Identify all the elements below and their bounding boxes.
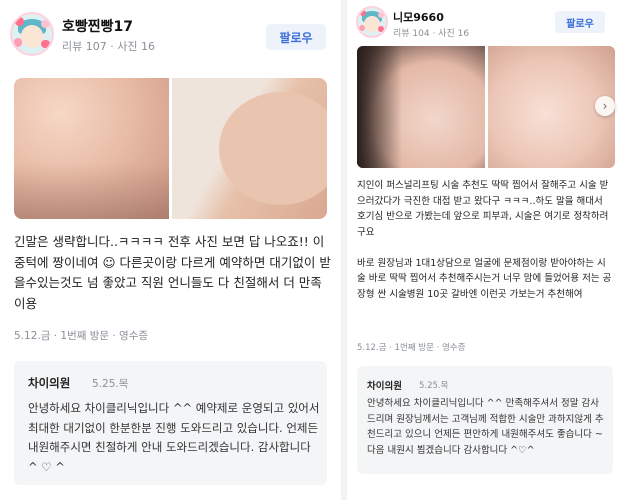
- review-meta: 5.12.금 · 1번째 방문 · 영수증: [14, 330, 149, 342]
- reply-date: 5.25.목: [419, 381, 449, 391]
- reply-author: 차이의원: [28, 376, 71, 390]
- review-card-left: 호빵찐빵17 리뷰 107 · 사진 16 팔로우 긴말은 생략합니다..ㅋㅋㅋ…: [0, 0, 341, 500]
- review-photo[interactable]: [14, 78, 169, 219]
- avatar[interactable]: [356, 6, 388, 38]
- review-photo[interactable]: [357, 46, 485, 168]
- review-body[interactable]: 지인이 퍼스널리프팅 시술 추천도 딱딱 찝어서 잘해주고 시술 받으러갔다가 …: [357, 178, 613, 302]
- reviewer-nickname[interactable]: 호빵찐빵17: [62, 16, 133, 36]
- review-photo[interactable]: [172, 78, 327, 219]
- owner-reply: 차이의원 5.25.목 안녕하세요 차이클리닉입니다 ^^ 만족해주셔서 정말 …: [357, 366, 613, 474]
- review-photos[interactable]: [14, 78, 327, 219]
- reply-text: 안녕하세요 차이클리닉입니다 ^^ 예약제로 운영되고 있어서 최대한 대기없이…: [28, 401, 320, 474]
- reply-text: 안녕하세요 차이클리닉입니다 ^^ 만족해주셔서 정말 감사드리며 원장님께서는…: [367, 398, 604, 456]
- reviewer-nickname[interactable]: 니모9660: [393, 9, 444, 25]
- reviewer-stats: 리뷰 107 · 사진 16: [62, 40, 155, 53]
- follow-button[interactable]: 팔로우: [555, 11, 605, 33]
- review-photos[interactable]: [357, 46, 615, 168]
- review-meta: 5.12.금 · 1번째 방문 · 영수증: [357, 343, 466, 353]
- avatar[interactable]: [10, 12, 54, 56]
- reply-author: 차이의원: [367, 381, 402, 392]
- chevron-right-icon[interactable]: ›: [595, 96, 615, 116]
- reviewer-stats: 리뷰 104 · 사진 16: [393, 29, 470, 39]
- review-card-right: 니모9660 리뷰 104 · 사진 16 팔로우 › 지인이 퍼스널리프팅 시…: [347, 0, 620, 500]
- reply-date: 5.25.목: [92, 378, 129, 390]
- follow-button[interactable]: 팔로우: [266, 24, 326, 50]
- owner-reply: 차이의원 5.25.목 안녕하세요 차이클리닉입니다 ^^ 예약제로 운영되고 …: [14, 361, 327, 485]
- review-body[interactable]: 긴말은 생략합니다..ㅋㅋㅋㅋ 전후 사진 보면 답 나오죠!! 이중턱에 짱이…: [14, 232, 332, 314]
- review-feed: 호빵찐빵17 리뷰 107 · 사진 16 팔로우 긴말은 생략합니다..ㅋㅋㅋ…: [0, 0, 620, 500]
